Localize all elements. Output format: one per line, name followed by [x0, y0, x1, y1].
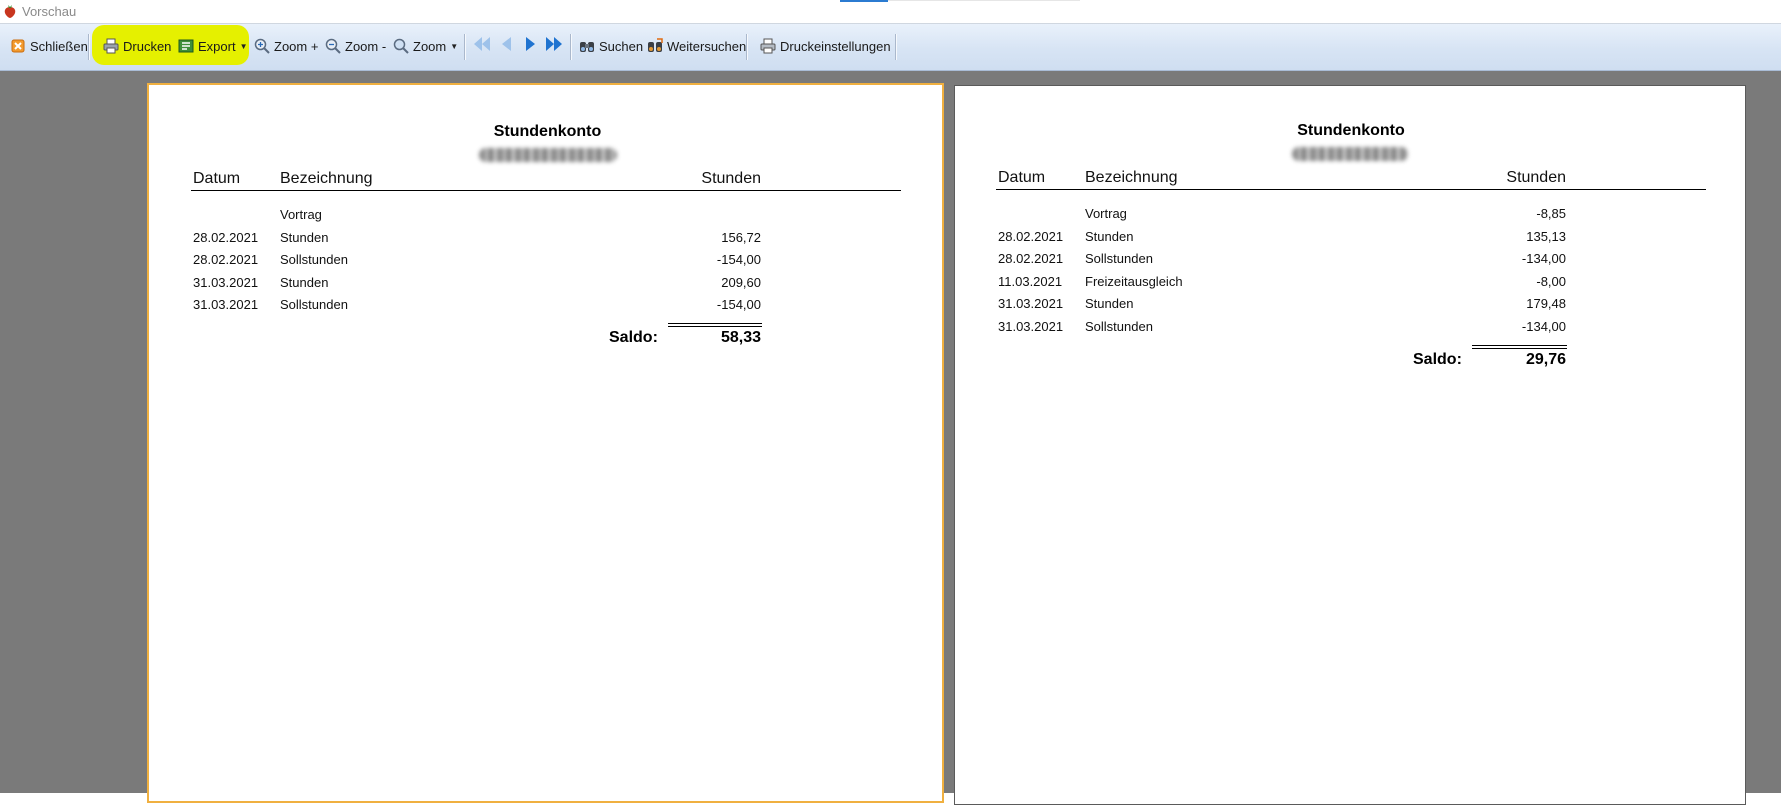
row-description: Sollstunden: [1085, 319, 1153, 334]
binoculars-icon: [580, 42, 594, 52]
row-hours: -134,00: [1521, 319, 1566, 334]
redacted-name: [1292, 147, 1408, 161]
search-button-label: Suchen: [599, 38, 644, 54]
column-header-date: Datum: [193, 170, 241, 187]
next-page-icon[interactable]: [524, 35, 538, 53]
app-strawberry-icon: [4, 5, 16, 18]
zoom-in-button[interactable]: Zoom +: [254, 35, 318, 57]
row-hours: -8,00: [1536, 274, 1566, 289]
row-description: Stunden: [280, 275, 329, 290]
row-description: Stunden: [1085, 296, 1134, 311]
export-button-label: Export: [198, 38, 236, 54]
row-date: 28.02.2021: [998, 229, 1064, 244]
row-description: Sollstunden: [280, 297, 348, 312]
row-description: Sollstunden: [1085, 251, 1153, 266]
export-dropdown-icon[interactable]: ▼: [240, 42, 248, 51]
toolbar-separator: [464, 34, 465, 60]
toolbar-separator: [570, 34, 571, 60]
export-button[interactable]: Export ▼: [178, 35, 248, 57]
zoom-in-label: Zoom +: [274, 38, 319, 54]
preview-area[interactable]: Stundenkonto Datum Bezeichnung Stunden V…: [0, 71, 1781, 805]
print-settings-label: Druckeinstellungen: [780, 38, 891, 54]
row-date: 28.02.2021: [193, 230, 259, 245]
report-page-2[interactable]: Stundenkonto Datum Bezeichnung Stunden V…: [954, 85, 1746, 805]
toolbar-separator: [746, 34, 747, 60]
row-hours: -8,85: [1536, 206, 1566, 221]
report-title: Stundenkonto: [493, 123, 602, 140]
row-date: 28.02.2021: [998, 251, 1064, 266]
row-date: 31.03.2021: [998, 296, 1064, 311]
row-description: Stunden: [280, 230, 329, 245]
export-icon: [178, 39, 194, 53]
zoom-in-icon: [254, 38, 270, 54]
zoom-out-button[interactable]: Zoom -: [325, 35, 386, 57]
row-date: 11.03.2021: [998, 274, 1063, 289]
column-header-hours: Stunden: [1506, 169, 1566, 186]
row-hours: 156,72: [721, 230, 761, 245]
row-date: 28.02.2021: [193, 252, 259, 267]
toolbar-separator: [88, 34, 89, 60]
zoom-icon: [393, 38, 409, 54]
column-header-description: Bezeichnung: [1085, 169, 1178, 186]
saldo-label: Saldo:: [1413, 351, 1462, 368]
search-next-button[interactable]: Weitersuchen: [647, 35, 746, 57]
row-hours: 135,13: [1526, 229, 1566, 244]
header-underline: [996, 189, 1706, 190]
search-button[interactable]: Suchen: [579, 35, 643, 57]
report-page-1[interactable]: Stundenkonto Datum Bezeichnung Stunden V…: [147, 83, 944, 803]
first-page-icon[interactable]: [472, 35, 492, 53]
row-date: 31.03.2021: [193, 275, 259, 290]
saldo-label: Saldo:: [609, 329, 658, 346]
close-icon: [11, 39, 25, 53]
toolbar-separator: [895, 34, 896, 60]
redacted-name: [479, 148, 617, 162]
previous-page-icon[interactable]: [499, 35, 513, 53]
close-button[interactable]: Schließen: [10, 35, 88, 57]
zoom-label: Zoom: [413, 38, 447, 54]
row-description: Stunden: [1085, 229, 1134, 244]
row-date: 31.03.2021: [193, 297, 259, 312]
row-hours: -154,00: [716, 297, 761, 312]
report-title: Stundenkonto: [1297, 122, 1405, 139]
print-button-label: Drucken: [123, 38, 172, 54]
printer-icon: [103, 38, 119, 54]
zoom-dropdown-button[interactable]: Zoom ▼: [393, 35, 458, 57]
header-underline: [191, 190, 901, 191]
zoom-out-label: Zoom -: [345, 38, 387, 54]
search-next-label: Weitersuchen: [667, 38, 747, 54]
row-description: Vortrag: [1085, 206, 1127, 221]
zoom-dropdown-icon[interactable]: ▼: [450, 42, 458, 51]
row-hours: 209,60: [721, 275, 761, 290]
column-header-description: Bezeichnung: [280, 170, 373, 187]
saldo-double-underline: [668, 323, 762, 327]
row-date: 31.03.2021: [998, 319, 1064, 334]
column-header-hours: Stunden: [701, 170, 761, 187]
row-description: Freizeitausgleich: [1085, 274, 1183, 289]
zoom-out-icon: [325, 38, 341, 54]
column-header-date: Datum: [998, 169, 1046, 186]
row-hours: 179,48: [1526, 296, 1566, 311]
row-hours: -154,00: [716, 252, 761, 267]
window-title: Vorschau: [22, 4, 77, 19]
printer-settings-icon: [760, 38, 776, 54]
saldo-value: 29,76: [1525, 351, 1566, 368]
saldo-double-underline: [1472, 345, 1567, 349]
row-description: Vortrag: [280, 207, 322, 222]
saldo-value: 58,33: [720, 329, 761, 346]
search-next-icon: [648, 38, 663, 52]
close-button-label: Schließen: [30, 38, 88, 54]
window-title-bar: Vorschau: [0, 0, 1781, 24]
title-divider: [888, 0, 1080, 1]
row-hours: -134,00: [1521, 251, 1566, 266]
title-accent-line: [840, 0, 888, 2]
last-page-icon[interactable]: [544, 35, 564, 53]
print-settings-button[interactable]: Druckeinstellungen: [760, 35, 891, 57]
row-description: Sollstunden: [280, 252, 348, 267]
print-button[interactable]: Drucken: [103, 35, 171, 57]
